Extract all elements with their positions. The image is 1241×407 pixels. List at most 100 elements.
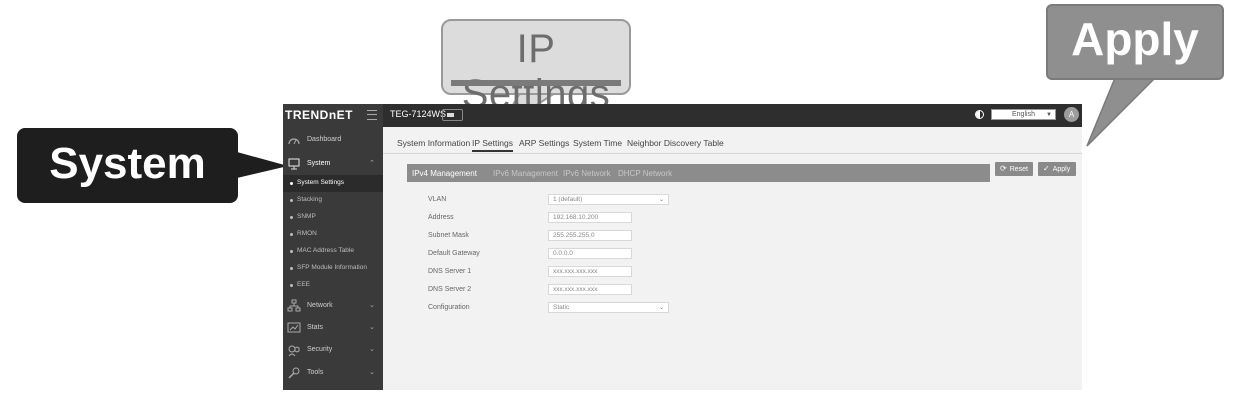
- system-icon: [288, 158, 300, 170]
- sidebar-item-system[interactable]: System ⌃: [283, 154, 383, 174]
- sidebar-subitem-snmp[interactable]: SNMP: [283, 209, 383, 226]
- sidebar-subitem-label: Stacking: [297, 196, 322, 203]
- refresh-icon: ⟳: [1000, 164, 1007, 173]
- sidebar-item-dashboard[interactable]: Dashboard: [283, 130, 383, 150]
- chevron-down-icon: ⌄: [369, 346, 375, 353]
- address-input[interactable]: 192.168.10.200: [548, 212, 632, 223]
- sidebar-subitem-label: MAC Address Table: [297, 247, 354, 254]
- vlan-label: VLAN: [428, 196, 447, 203]
- sidebar-subitem-label: SNMP: [297, 213, 316, 220]
- dns-server-2-input[interactable]: xxx.xxx.xxx.xxx: [548, 284, 632, 295]
- check-icon: ✓: [1043, 164, 1050, 173]
- main-content: System Information IP Settings ARP Setti…: [383, 127, 1082, 390]
- stats-icon: [287, 322, 301, 333]
- dns-server-1-label: DNS Server 1: [428, 268, 472, 275]
- system-callout-text: System: [49, 139, 206, 188]
- apply-callout: Apply: [1046, 4, 1224, 80]
- subtab-ipv6-management[interactable]: IPv6 Management: [493, 169, 558, 178]
- chevron-down-icon: ⌄: [369, 324, 375, 331]
- sidebar-subitem-rmon[interactable]: RMON: [283, 226, 383, 243]
- sidebar-subitem-label: EEE: [297, 281, 311, 288]
- bullet-icon: [290, 267, 293, 270]
- user-avatar[interactable]: A: [1064, 107, 1079, 122]
- dns-server-2-label: DNS Server 2: [428, 286, 472, 293]
- apply-callout-text: Apply: [1071, 13, 1199, 65]
- chevron-down-icon: ⌄: [658, 197, 664, 203]
- brand-logo: TRENDnET: [285, 108, 353, 122]
- language-select[interactable]: English ▼: [991, 109, 1056, 120]
- ip-settings-callout: IP Settings: [441, 19, 631, 116]
- sidebar-subitem-mac-address-table[interactable]: MAC Address Table: [283, 243, 383, 260]
- sidebar-item-label: Security: [307, 346, 333, 353]
- default-gateway-input[interactable]: 0.0.0.0: [548, 248, 632, 259]
- chevron-down-icon: ⌄: [658, 305, 664, 311]
- configuration-value: Static: [553, 304, 570, 311]
- configuration-label: Configuration: [428, 304, 470, 311]
- bullet-icon: [290, 216, 293, 219]
- sidebar-item-stats[interactable]: Stats ⌄: [283, 318, 383, 338]
- subnet-mask-label: Subnet Mask: [428, 232, 469, 239]
- chevron-down-icon: ⌄: [369, 302, 375, 309]
- sidebar-item-network[interactable]: Network ⌄: [283, 296, 383, 316]
- reset-button[interactable]: ⟳ Reset: [995, 162, 1033, 176]
- security-icon: [288, 345, 300, 357]
- sidebar-item-label: Stats: [307, 324, 323, 331]
- system-callout: System: [17, 128, 238, 203]
- sidebar-subitem-sfp-module-information[interactable]: SFP Module Information: [283, 260, 383, 277]
- tab-system-time[interactable]: System Time: [573, 138, 622, 148]
- chevron-down-icon: ⌄: [369, 369, 375, 376]
- sidebar-subitem-stacking[interactable]: Stacking: [283, 192, 383, 209]
- vlan-select[interactable]: 1 (default) ⌄: [548, 194, 669, 205]
- sidebar-subitem-label: System Settings: [297, 179, 344, 186]
- bullet-icon: [290, 233, 293, 236]
- dns-server-1-input[interactable]: xxx.xxx.xxx.xxx: [548, 266, 632, 277]
- apply-button-label: Apply: [1052, 166, 1071, 173]
- apply-callout-pointer: [1086, 77, 1157, 147]
- app-window: TRENDnET Dashboard System ⌃ System Setti…: [283, 104, 1082, 390]
- tab-system-information[interactable]: System Information: [397, 138, 470, 148]
- top-bar: TEG-7124WS English ▼ A: [383, 104, 1082, 127]
- bullet-icon: [290, 250, 293, 253]
- subtab-ipv4-management[interactable]: IPv4 Management: [412, 169, 477, 178]
- menu-icon[interactable]: [367, 110, 377, 120]
- tab-arp-settings[interactable]: ARP Settings: [519, 138, 569, 148]
- sidebar-item-security[interactable]: Security ⌄: [283, 340, 383, 360]
- sidebar-item-label: Tools: [307, 369, 324, 376]
- reset-button-label: Reset: [1009, 166, 1028, 173]
- sidebar-subitem-label: RMON: [297, 230, 317, 237]
- dashboard-icon: [288, 138, 300, 145]
- default-gateway-label: Default Gateway: [428, 250, 480, 257]
- theme-toggle-icon[interactable]: [975, 110, 984, 119]
- network-icon: [287, 299, 301, 312]
- tab-bar: System Information IP Settings ARP Setti…: [383, 127, 1082, 154]
- bullet-icon: [290, 284, 293, 287]
- address-label: Address: [428, 214, 454, 221]
- chevron-down-icon: ▼: [1046, 112, 1052, 118]
- tab-ip-settings[interactable]: IP Settings: [472, 138, 513, 152]
- vlan-value: 1 (default): [553, 196, 583, 203]
- subtab-dhcp-network[interactable]: DHCP Network: [618, 169, 672, 178]
- subtab-bar: IPv4 Management IPv6 Management IPv6 Net…: [407, 164, 990, 182]
- configuration-select[interactable]: Static ⌄: [548, 302, 669, 313]
- subtab-ipv6-network[interactable]: IPv6 Network: [563, 169, 611, 178]
- sidebar-subitem-system-settings[interactable]: System Settings: [283, 175, 383, 192]
- sidebar-item-label: Network: [307, 302, 333, 309]
- device-switch-icon[interactable]: [442, 109, 463, 121]
- tab-neighbor-discovery-table[interactable]: Neighbor Discovery Table: [627, 138, 724, 148]
- sidebar-subitem-label: SFP Module Information: [297, 264, 367, 271]
- sidebar-item-tools[interactable]: Tools ⌄: [283, 363, 383, 383]
- language-value: English: [1012, 111, 1035, 118]
- sidebar-subitem-eee[interactable]: EEE: [283, 277, 383, 294]
- device-model: TEG-7124WS: [390, 109, 447, 119]
- ip-settings-callout-underline: [451, 80, 621, 86]
- sidebar-item-label: System: [307, 160, 331, 167]
- apply-button[interactable]: ✓ Apply: [1038, 162, 1076, 176]
- bullet-icon: [290, 199, 293, 202]
- sidebar: TRENDnET Dashboard System ⌃ System Setti…: [283, 104, 383, 390]
- bullet-icon: [290, 182, 293, 185]
- subnet-mask-input[interactable]: 255.255.255.0: [548, 230, 632, 241]
- chevron-up-icon: ⌃: [369, 160, 375, 167]
- sidebar-item-label: Dashboard: [307, 136, 342, 143]
- system-callout-pointer: [237, 152, 288, 178]
- tools-icon: [288, 367, 300, 379]
